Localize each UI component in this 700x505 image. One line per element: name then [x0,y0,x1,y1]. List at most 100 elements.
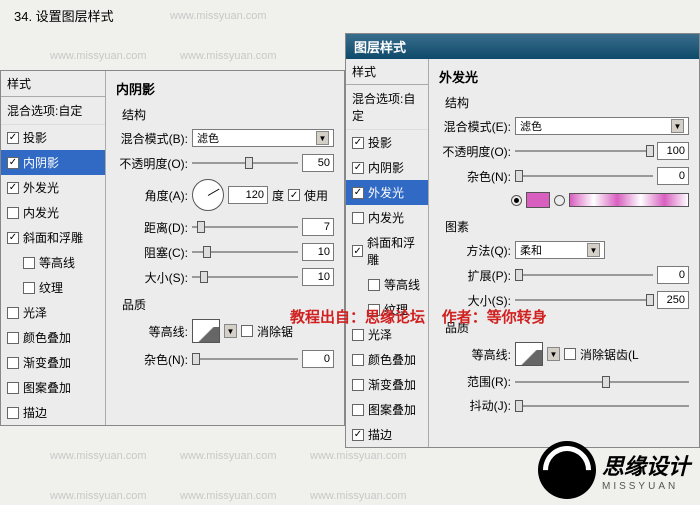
style-item-斜面和浮雕[interactable]: 斜面和浮雕 [1,225,105,250]
style-item-外发光[interactable]: 外发光 [1,175,105,200]
style-checkbox[interactable] [7,157,19,169]
style-label: 斜面和浮雕 [23,229,83,246]
size-slider[interactable] [192,270,298,284]
blending-options[interactable]: 混合选项:自定 [346,85,428,130]
style-label: 内发光 [368,209,404,226]
contour-picker[interactable] [192,319,220,343]
size-input[interactable] [302,268,334,286]
style-checkbox[interactable] [7,132,19,144]
style-checkbox[interactable] [23,282,35,294]
antialias-checkbox[interactable] [241,325,253,337]
angle-dial[interactable] [192,179,224,211]
noise-input[interactable] [302,350,334,368]
style-item-颜色叠加[interactable]: 颜色叠加 [1,325,105,350]
structure-label: 结构 [116,104,334,129]
color-radio[interactable] [511,195,522,206]
blend-mode-label: 混合模式(B): [116,130,188,147]
style-item-描边[interactable]: 描边 [1,400,105,425]
style-item-等高线[interactable]: 等高线 [1,250,105,275]
noise-slider[interactable] [192,352,298,366]
spread-input[interactable] [657,266,689,284]
style-item-投影[interactable]: 投影 [346,130,428,155]
angle-input[interactable] [228,186,268,204]
contour-label: 等高线: [439,346,511,363]
blend-mode-dropdown[interactable]: 滤色▼ [192,129,334,147]
style-item-纹理[interactable]: 纹理 [1,275,105,300]
distance-input[interactable] [302,218,334,236]
opacity-input[interactable] [657,142,689,160]
style-checkbox[interactable] [368,279,380,291]
opacity-input[interactable] [302,154,334,172]
opacity-slider[interactable] [192,156,298,170]
distance-slider[interactable] [192,220,298,234]
style-checkbox[interactable] [7,357,19,369]
dialog-titlebar[interactable]: 图层样式 [346,34,699,59]
use-global-light-checkbox[interactable] [288,189,300,201]
contour-picker[interactable] [515,342,543,366]
spread-label: 扩展(P): [439,267,511,284]
style-checkbox[interactable] [352,429,364,441]
style-checkbox[interactable] [7,182,19,194]
chevron-down-icon[interactable]: ▼ [224,324,237,338]
range-slider[interactable] [515,375,689,389]
noise-input[interactable] [657,167,689,185]
opacity-slider[interactable] [515,144,653,158]
choke-slider[interactable] [192,245,298,259]
style-label: 颜色叠加 [23,329,71,346]
size-slider[interactable] [515,293,653,307]
style-checkbox[interactable] [7,332,19,344]
style-checkbox[interactable] [352,137,364,149]
style-checkbox[interactable] [352,187,364,199]
chevron-down-icon: ▼ [671,119,684,133]
watermark: www.missyuan.com [310,490,407,502]
blending-options[interactable]: 混合选项:自定 [1,97,105,125]
antialias-checkbox[interactable] [564,348,576,360]
style-checkbox[interactable] [7,382,19,394]
style-checkbox[interactable] [352,329,364,341]
opacity-label: 不透明度(O): [116,155,188,172]
style-checkbox[interactable] [352,212,364,224]
style-checkbox[interactable] [352,354,364,366]
style-item-外发光[interactable]: 外发光 [346,180,428,205]
style-checkbox[interactable] [23,257,35,269]
style-item-渐变叠加[interactable]: 渐变叠加 [1,350,105,375]
logo-subtitle: MISSYUAN [602,481,690,492]
spread-slider[interactable] [515,268,653,282]
technique-dropdown[interactable]: 柔和▼ [515,241,605,259]
style-item-图案叠加[interactable]: 图案叠加 [1,375,105,400]
style-checkbox[interactable] [352,404,364,416]
site-logo: 思缘设计 MISSYUAN [538,441,690,499]
style-checkbox[interactable] [7,407,19,419]
style-label: 描边 [23,404,47,421]
size-input[interactable] [657,291,689,309]
style-checkbox[interactable] [7,307,19,319]
distance-label: 距离(D): [116,219,188,236]
style-item-颜色叠加[interactable]: 颜色叠加 [346,347,428,372]
choke-input[interactable] [302,243,334,261]
blend-mode-dropdown[interactable]: 滤色▼ [515,117,689,135]
style-item-内发光[interactable]: 内发光 [1,200,105,225]
style-item-光泽[interactable]: 光泽 [1,300,105,325]
chevron-down-icon[interactable]: ▼ [547,347,560,361]
style-item-渐变叠加[interactable]: 渐变叠加 [346,372,428,397]
style-item-图案叠加[interactable]: 图案叠加 [346,397,428,422]
style-item-斜面和浮雕[interactable]: 斜面和浮雕 [346,230,428,272]
gradient-radio[interactable] [554,195,565,206]
style-item-投影[interactable]: 投影 [1,125,105,150]
style-item-描边[interactable]: 描边 [346,422,428,447]
style-checkbox[interactable] [7,207,19,219]
style-item-内发光[interactable]: 内发光 [346,205,428,230]
style-checkbox[interactable] [352,162,364,174]
style-item-等高线[interactable]: 等高线 [346,272,428,297]
style-item-内阴影[interactable]: 内阴影 [1,150,105,175]
noise-slider[interactable] [515,169,653,183]
color-swatch[interactable] [526,192,550,208]
style-list: 样式 混合选项:自定 投影内阴影外发光内发光斜面和浮雕等高线纹理光泽颜色叠加渐变… [346,59,429,447]
style-checkbox[interactable] [352,245,363,257]
gradient-picker[interactable] [569,193,689,207]
watermark: www.missyuan.com [50,490,147,502]
style-item-内阴影[interactable]: 内阴影 [346,155,428,180]
jitter-slider[interactable] [515,399,689,413]
style-checkbox[interactable] [7,232,19,244]
style-checkbox[interactable] [352,379,364,391]
